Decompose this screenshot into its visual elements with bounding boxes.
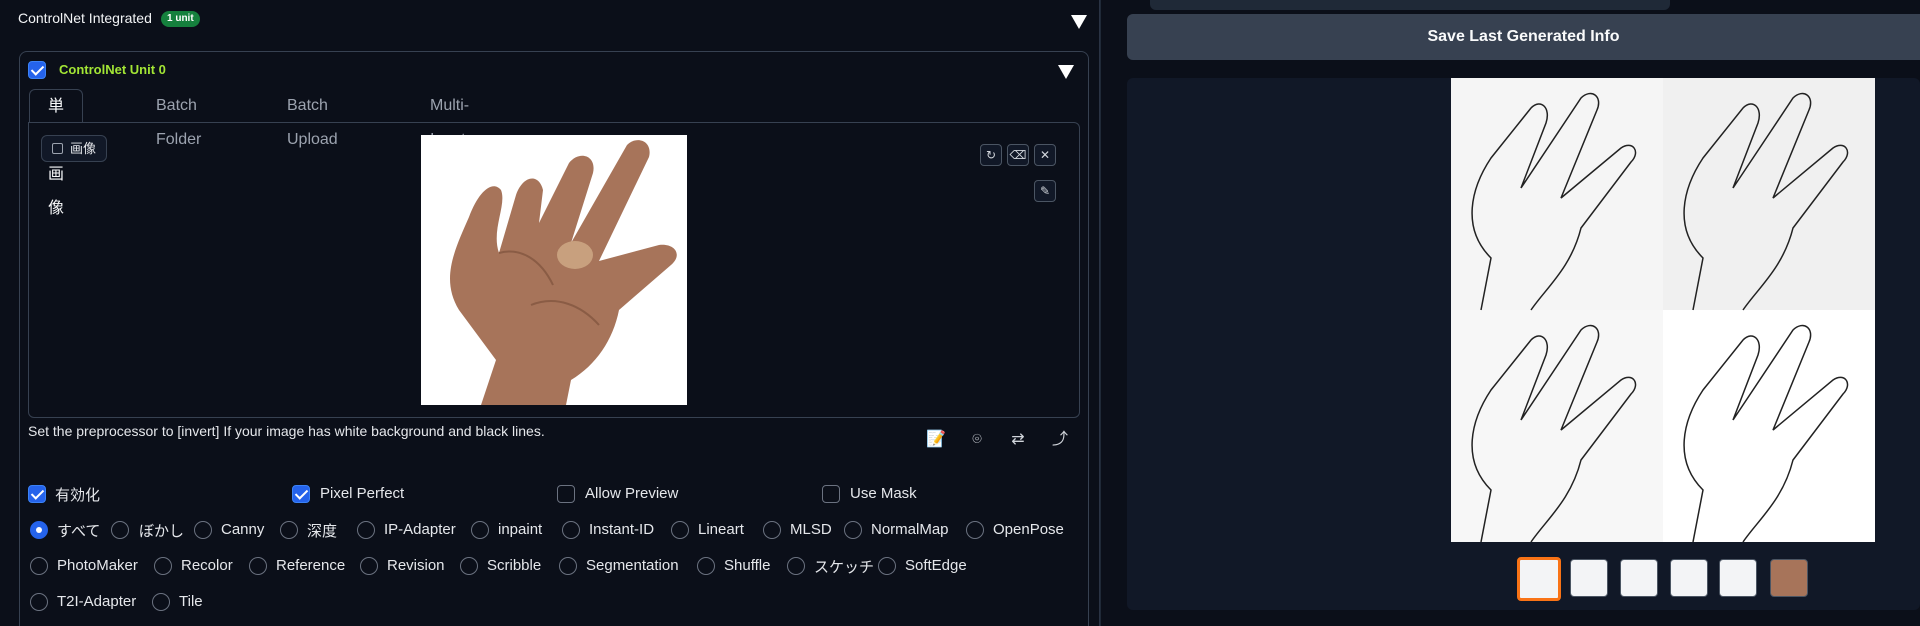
- send-icon[interactable]: ⤴: [1049, 430, 1071, 450]
- controlnet-panel: ControlNet Integrated 1 unit ControlNet …: [0, 0, 1100, 626]
- radio-reference[interactable]: [249, 557, 267, 575]
- top-strip: [1150, 0, 1670, 10]
- allow-preview-checkbox[interactable]: [557, 485, 575, 503]
- radio-label-lineart: Lineart: [698, 521, 744, 538]
- radio-label-photomaker: PhotoMaker: [57, 557, 138, 574]
- tab-single-image[interactable]: 単一画像: [29, 89, 84, 217]
- radio-label-sketch: スケッチ: [814, 559, 875, 576]
- preprocessor-hint: Set the preprocessor to [invert] If your…: [28, 423, 545, 439]
- radio-label-tile: Tile: [179, 593, 203, 610]
- panel-divider[interactable]: [1100, 0, 1114, 626]
- radio-recolor[interactable]: [154, 557, 172, 575]
- radio-label-ip-adapter: IP-Adapter: [384, 521, 456, 538]
- radio-photomaker[interactable]: [30, 557, 48, 575]
- enable-checkbox[interactable]: [28, 485, 46, 503]
- radio-label-normalmap: NormalMap: [871, 521, 949, 538]
- units-badge: 1 unit: [161, 11, 200, 27]
- radio-canny[interactable]: [194, 521, 212, 539]
- radio-all[interactable]: [30, 521, 48, 539]
- hand-photo-icon: [421, 135, 687, 405]
- tab-batch-upload[interactable]: Batch Upload: [269, 89, 356, 148]
- radio-label-openpose: OpenPose: [993, 521, 1064, 538]
- swap-icon[interactable]: ⇄: [1007, 430, 1029, 450]
- pixel-perfect-checkbox[interactable]: [292, 485, 310, 503]
- eraser-icon[interactable]: ⌫: [1007, 144, 1029, 166]
- radio-softedge[interactable]: [878, 557, 896, 575]
- generated-image[interactable]: [1451, 78, 1875, 543]
- radio-label-t2i-adapter: T2I-Adapter: [57, 593, 137, 610]
- image-label-text: 画像: [70, 141, 97, 156]
- radio-label-inpaint: inpaint: [498, 521, 543, 538]
- radio-label-recolor: Recolor: [181, 557, 233, 574]
- allow-preview-label: Allow Preview: [585, 485, 679, 502]
- radio-inpaint[interactable]: [471, 521, 489, 539]
- thumbnail-3[interactable]: [1670, 559, 1708, 597]
- unit-title: ControlNet Unit 0: [59, 62, 166, 77]
- accordion-title: ControlNet Integrated: [18, 10, 152, 26]
- thumbnail-source-hand[interactable]: [1770, 559, 1808, 597]
- collapse-triangle-icon[interactable]: [1071, 15, 1087, 29]
- tab-multi-inputs[interactable]: Multi-Inputs: [412, 89, 492, 148]
- radio-revision[interactable]: [360, 557, 378, 575]
- radio-label-instant-id: Instant-ID: [589, 521, 655, 538]
- notes-icon[interactable]: 📝: [925, 430, 947, 450]
- radio-label-canny: Canny: [221, 521, 265, 538]
- lineart-grid-icon: [1451, 78, 1875, 543]
- radio-lineart[interactable]: [671, 521, 689, 539]
- thumbnail-4[interactable]: [1719, 559, 1757, 597]
- unit-enable-checkbox[interactable]: [28, 61, 46, 79]
- radio-label-softedge: SoftEdge: [905, 557, 967, 574]
- enable-label: 有効化: [55, 487, 101, 504]
- radio-label-all: すべて: [57, 523, 101, 540]
- thumbnail-2[interactable]: [1620, 559, 1658, 597]
- radio-label-scribble: Scribble: [487, 557, 542, 574]
- refresh-icon[interactable]: ↻: [980, 144, 1002, 166]
- radio-openpose[interactable]: [966, 521, 984, 539]
- close-icon[interactable]: ✕: [1034, 144, 1056, 166]
- radio-scribble[interactable]: [460, 557, 478, 575]
- pixel-perfect-label: Pixel Perfect: [320, 485, 405, 502]
- radio-mlsd[interactable]: [763, 521, 781, 539]
- radio-instant-id[interactable]: [562, 521, 580, 539]
- use-mask-label: Use Mask: [850, 485, 917, 502]
- radio-sketch[interactable]: [787, 557, 805, 575]
- radio-depth[interactable]: [280, 521, 298, 539]
- radio-label-mlsd: MLSD: [790, 521, 832, 538]
- image-label: 画像: [41, 135, 108, 162]
- brush-icon[interactable]: ✎: [1034, 180, 1056, 202]
- radio-tile[interactable]: [152, 593, 170, 611]
- radio-label-blur: ぼかし: [139, 523, 185, 540]
- radio-segmentation[interactable]: [559, 557, 577, 575]
- radio-t2i-adapter[interactable]: [30, 593, 48, 611]
- image-icon: [52, 143, 63, 154]
- unit-collapse-triangle-icon[interactable]: [1058, 65, 1074, 79]
- radio-shuffle[interactable]: [697, 557, 715, 575]
- thumbnail-1[interactable]: [1570, 559, 1608, 597]
- radio-ip-adapter[interactable]: [357, 521, 375, 539]
- radio-label-revision: Revision: [387, 557, 445, 574]
- radio-label-shuffle: Shuffle: [724, 557, 771, 574]
- save-last-generated-info-button[interactable]: Save Last Generated Info: [1127, 14, 1920, 60]
- radio-blur[interactable]: [111, 521, 129, 539]
- camera-icon[interactable]: ⌾: [966, 430, 988, 450]
- radio-label-reference: Reference: [276, 557, 346, 574]
- radio-label-depth: 深度: [307, 523, 338, 540]
- use-mask-checkbox[interactable]: [822, 485, 840, 503]
- thumbnail-grid[interactable]: [1517, 557, 1561, 601]
- tab-batch-folder[interactable]: Batch Folder: [138, 89, 219, 148]
- controlnet-accordion-header[interactable]: ControlNet Integrated 1 unit: [0, 0, 1100, 38]
- input-hand-image: [421, 135, 687, 405]
- radio-normalmap[interactable]: [844, 521, 862, 539]
- radio-label-segmentation: Segmentation: [586, 557, 679, 574]
